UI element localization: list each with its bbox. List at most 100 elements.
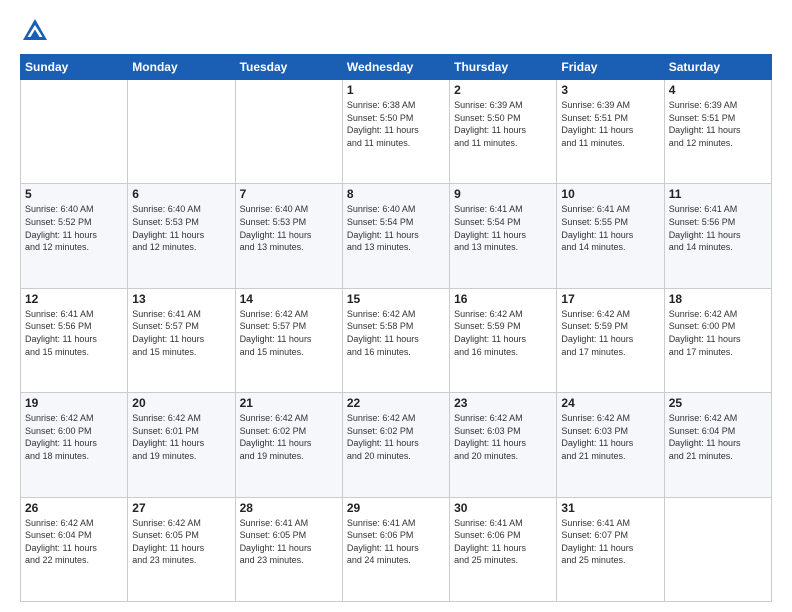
day-number: 22 xyxy=(347,396,445,410)
day-info: Sunrise: 6:42 AM Sunset: 6:00 PM Dayligh… xyxy=(25,412,123,462)
weekday-header-friday: Friday xyxy=(557,55,664,80)
calendar-cell: 9 Sunrise: 6:41 AM Sunset: 5:54 PM Daylig… xyxy=(450,184,557,288)
day-number: 13 xyxy=(132,292,230,306)
day-number: 30 xyxy=(454,501,552,515)
day-number: 2 xyxy=(454,83,552,97)
day-number: 7 xyxy=(240,187,338,201)
day-number: 4 xyxy=(669,83,767,97)
day-info: Sunrise: 6:42 AM Sunset: 6:02 PM Dayligh… xyxy=(347,412,445,462)
day-info: Sunrise: 6:42 AM Sunset: 6:04 PM Dayligh… xyxy=(25,517,123,567)
day-info: Sunrise: 6:42 AM Sunset: 6:02 PM Dayligh… xyxy=(240,412,338,462)
calendar: SundayMondayTuesdayWednesdayThursdayFrid… xyxy=(20,54,772,602)
calendar-cell: 14Sunrise: 6:42 AM Sunset: 5:57 PM Dayli… xyxy=(235,288,342,392)
calendar-cell: 10 Sunrise: 6:41 AM Sunset: 5:55 PM Dayli… xyxy=(557,184,664,288)
day-info: Sunrise: 6:40 AM Sunset: 5:53 PM Dayligh… xyxy=(240,203,338,253)
day-number: 15 xyxy=(347,292,445,306)
day-number: 5 xyxy=(25,187,123,201)
day-info: Sunrise: 6:41 AM Sunset: 6:06 PM Dayligh… xyxy=(454,517,552,567)
weekday-header-monday: Monday xyxy=(128,55,235,80)
calendar-cell: 28 Sunrise: 6:41 AM Sunset: 6:05 PM Dayli… xyxy=(235,497,342,601)
calendar-cell: 18Sunrise: 6:42 AM Sunset: 6:00 PM Dayli… xyxy=(664,288,771,392)
day-number: 24 xyxy=(561,396,659,410)
calendar-cell: 16 Sunrise: 6:42 AM Sunset: 5:59 PM Dayli… xyxy=(450,288,557,392)
day-info: Sunrise: 6:42 AM Sunset: 5:59 PM Dayligh… xyxy=(561,308,659,358)
day-info: Sunrise: 6:42 AM Sunset: 6:04 PM Dayligh… xyxy=(669,412,767,462)
day-info: Sunrise: 6:41 AM Sunset: 5:54 PM Dayligh… xyxy=(454,203,552,253)
day-info: Sunrise: 6:42 AM Sunset: 5:59 PM Dayligh… xyxy=(454,308,552,358)
day-number: 3 xyxy=(561,83,659,97)
day-info: Sunrise: 6:42 AM Sunset: 6:03 PM Dayligh… xyxy=(454,412,552,462)
calendar-cell: 21 Sunrise: 6:42 AM Sunset: 6:02 PM Dayli… xyxy=(235,393,342,497)
day-number: 16 xyxy=(454,292,552,306)
day-number: 28 xyxy=(240,501,338,515)
day-number: 9 xyxy=(454,187,552,201)
calendar-cell: 22 Sunrise: 6:42 AM Sunset: 6:02 PM Dayli… xyxy=(342,393,449,497)
day-number: 19 xyxy=(25,396,123,410)
day-number: 29 xyxy=(347,501,445,515)
day-info: Sunrise: 6:42 AM Sunset: 6:05 PM Dayligh… xyxy=(132,517,230,567)
day-info: Sunrise: 6:40 AM Sunset: 5:52 PM Dayligh… xyxy=(25,203,123,253)
calendar-cell: 1 Sunrise: 6:38 AM Sunset: 5:50 PM Daylig… xyxy=(342,80,449,184)
calendar-cell: 3 Sunrise: 6:39 AM Sunset: 5:51 PM Daylig… xyxy=(557,80,664,184)
day-number: 21 xyxy=(240,396,338,410)
weekday-header-tuesday: Tuesday xyxy=(235,55,342,80)
logo-icon xyxy=(20,16,50,46)
calendar-cell: 27 Sunrise: 6:42 AM Sunset: 6:05 PM Dayli… xyxy=(128,497,235,601)
day-info: Sunrise: 6:39 AM Sunset: 5:51 PM Dayligh… xyxy=(561,99,659,149)
day-info: Sunrise: 6:41 AM Sunset: 6:07 PM Dayligh… xyxy=(561,517,659,567)
calendar-cell: 15Sunrise: 6:42 AM Sunset: 5:58 PM Dayli… xyxy=(342,288,449,392)
day-info: Sunrise: 6:42 AM Sunset: 6:01 PM Dayligh… xyxy=(132,412,230,462)
day-number: 23 xyxy=(454,396,552,410)
calendar-cell: 17 Sunrise: 6:42 AM Sunset: 5:59 PM Dayli… xyxy=(557,288,664,392)
calendar-cell xyxy=(21,80,128,184)
day-info: Sunrise: 6:42 AM Sunset: 6:03 PM Dayligh… xyxy=(561,412,659,462)
day-number: 17 xyxy=(561,292,659,306)
calendar-cell: 20 Sunrise: 6:42 AM Sunset: 6:01 PM Dayli… xyxy=(128,393,235,497)
calendar-cell: 5 Sunrise: 6:40 AM Sunset: 5:52 PM Daylig… xyxy=(21,184,128,288)
day-number: 27 xyxy=(132,501,230,515)
calendar-cell: 4 Sunrise: 6:39 AM Sunset: 5:51 PM Daylig… xyxy=(664,80,771,184)
calendar-cell: 24 Sunrise: 6:42 AM Sunset: 6:03 PM Dayli… xyxy=(557,393,664,497)
day-number: 11 xyxy=(669,187,767,201)
calendar-cell: 2 Sunrise: 6:39 AM Sunset: 5:50 PM Daylig… xyxy=(450,80,557,184)
day-info: Sunrise: 6:39 AM Sunset: 5:51 PM Dayligh… xyxy=(669,99,767,149)
calendar-cell: 7 Sunrise: 6:40 AM Sunset: 5:53 PM Daylig… xyxy=(235,184,342,288)
calendar-cell: 11 Sunrise: 6:41 AM Sunset: 5:56 PM Dayli… xyxy=(664,184,771,288)
day-info: Sunrise: 6:41 AM Sunset: 5:57 PM Dayligh… xyxy=(132,308,230,358)
day-info: Sunrise: 6:41 AM Sunset: 6:05 PM Dayligh… xyxy=(240,517,338,567)
weekday-header-wednesday: Wednesday xyxy=(342,55,449,80)
day-number: 8 xyxy=(347,187,445,201)
day-info: Sunrise: 6:41 AM Sunset: 5:55 PM Dayligh… xyxy=(561,203,659,253)
day-info: Sunrise: 6:41 AM Sunset: 5:56 PM Dayligh… xyxy=(669,203,767,253)
day-info: Sunrise: 6:40 AM Sunset: 5:53 PM Dayligh… xyxy=(132,203,230,253)
calendar-cell: 23 Sunrise: 6:42 AM Sunset: 6:03 PM Dayli… xyxy=(450,393,557,497)
header xyxy=(20,16,772,46)
calendar-cell: 13 Sunrise: 6:41 AM Sunset: 5:57 PM Dayli… xyxy=(128,288,235,392)
calendar-cell: 31Sunrise: 6:41 AM Sunset: 6:07 PM Dayli… xyxy=(557,497,664,601)
calendar-cell: 19 Sunrise: 6:42 AM Sunset: 6:00 PM Dayli… xyxy=(21,393,128,497)
day-info: Sunrise: 6:40 AM Sunset: 5:54 PM Dayligh… xyxy=(347,203,445,253)
day-info: Sunrise: 6:42 AM Sunset: 5:57 PM Dayligh… xyxy=(240,308,338,358)
day-info: Sunrise: 6:42 AM Sunset: 6:00 PM Dayligh… xyxy=(669,308,767,358)
calendar-cell: 25 Sunrise: 6:42 AM Sunset: 6:04 PM Dayli… xyxy=(664,393,771,497)
day-number: 1 xyxy=(347,83,445,97)
calendar-cell xyxy=(235,80,342,184)
day-info: Sunrise: 6:38 AM Sunset: 5:50 PM Dayligh… xyxy=(347,99,445,149)
calendar-cell: 26 Sunrise: 6:42 AM Sunset: 6:04 PM Dayli… xyxy=(21,497,128,601)
day-number: 10 xyxy=(561,187,659,201)
calendar-cell: 29 Sunrise: 6:41 AM Sunset: 6:06 PM Dayli… xyxy=(342,497,449,601)
weekday-header-thursday: Thursday xyxy=(450,55,557,80)
calendar-cell: 12Sunrise: 6:41 AM Sunset: 5:56 PM Dayli… xyxy=(21,288,128,392)
calendar-cell: 30 Sunrise: 6:41 AM Sunset: 6:06 PM Dayli… xyxy=(450,497,557,601)
calendar-cell: 6 Sunrise: 6:40 AM Sunset: 5:53 PM Daylig… xyxy=(128,184,235,288)
day-info: Sunrise: 6:39 AM Sunset: 5:50 PM Dayligh… xyxy=(454,99,552,149)
calendar-cell xyxy=(128,80,235,184)
day-number: 20 xyxy=(132,396,230,410)
day-number: 12 xyxy=(25,292,123,306)
weekday-header-sunday: Sunday xyxy=(21,55,128,80)
day-number: 26 xyxy=(25,501,123,515)
day-info: Sunrise: 6:41 AM Sunset: 6:06 PM Dayligh… xyxy=(347,517,445,567)
day-number: 6 xyxy=(132,187,230,201)
logo xyxy=(20,16,54,46)
day-number: 25 xyxy=(669,396,767,410)
